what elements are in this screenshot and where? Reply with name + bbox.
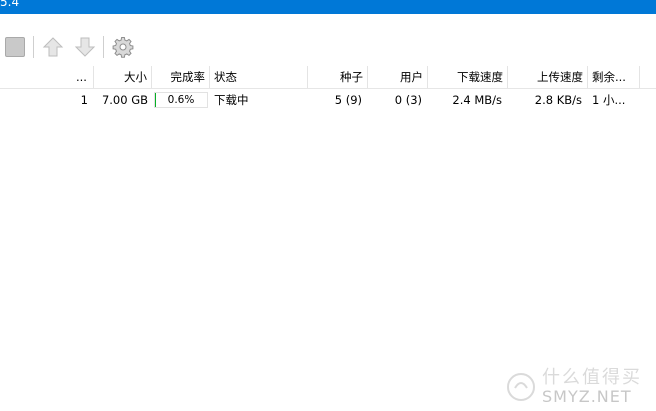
progress-text: 0.6% [167, 94, 195, 106]
column-header-eta[interactable]: 剩余... [588, 66, 640, 88]
watermark-logo-icon [507, 373, 535, 401]
watermark-text-cn: 什么值得买 [542, 367, 642, 388]
watermark-text-en: SMYZ.NET [542, 387, 632, 406]
title-bar: 5.4 [0, 0, 656, 14]
cell-up-speed: 2.8 KB/s [534, 93, 582, 107]
cell-peers: 0 (3) [394, 93, 422, 107]
toolbar [0, 14, 656, 64]
settings-button[interactable] [111, 35, 135, 59]
cell-size: 7.00 GB [101, 93, 148, 107]
column-header-size[interactable]: 大小 [94, 66, 152, 88]
column-header-status[interactable]: 状态 [210, 66, 308, 88]
toolbar-separator [33, 36, 34, 58]
move-up-button[interactable] [41, 35, 65, 59]
move-down-button[interactable] [73, 35, 97, 59]
cell-index: 1 [80, 93, 88, 107]
column-header-seeds[interactable]: 种子 [308, 66, 368, 88]
column-header-down-speed[interactable]: 下载速度 [428, 66, 508, 88]
toolbar-separator [103, 36, 104, 58]
window-title: 5.4 [0, 0, 20, 9]
column-header-up-speed[interactable]: 上传速度 [508, 66, 588, 88]
cell-down-speed: 2.4 MB/s [452, 93, 502, 107]
cell-eta: 1 小... [592, 93, 626, 107]
column-header-done[interactable]: 完成率 [152, 66, 210, 88]
arrow-down-icon [74, 37, 96, 57]
gear-icon [112, 37, 134, 58]
table-header: ... 大小 完成率 状态 种子 用户 下载速度 上传速度 剩余... [0, 66, 656, 89]
stop-square-icon [5, 37, 25, 57]
arrow-up-icon [42, 37, 64, 57]
stop-button[interactable] [3, 35, 27, 59]
cell-seeds: 5 (9) [334, 93, 362, 107]
watermark: 什么值得买 SMYZ.NET [506, 369, 642, 405]
table-row[interactable]: 1 7.00 GB 0.6% 下载中 5 (9) 0 (3) 2.4 MB/s … [0, 89, 656, 111]
progress-bar: 0.6% [154, 92, 208, 108]
cell-status: 下载中 [214, 93, 249, 107]
column-header-index[interactable]: ... [72, 66, 94, 88]
column-header-peers[interactable]: 用户 [368, 66, 428, 88]
